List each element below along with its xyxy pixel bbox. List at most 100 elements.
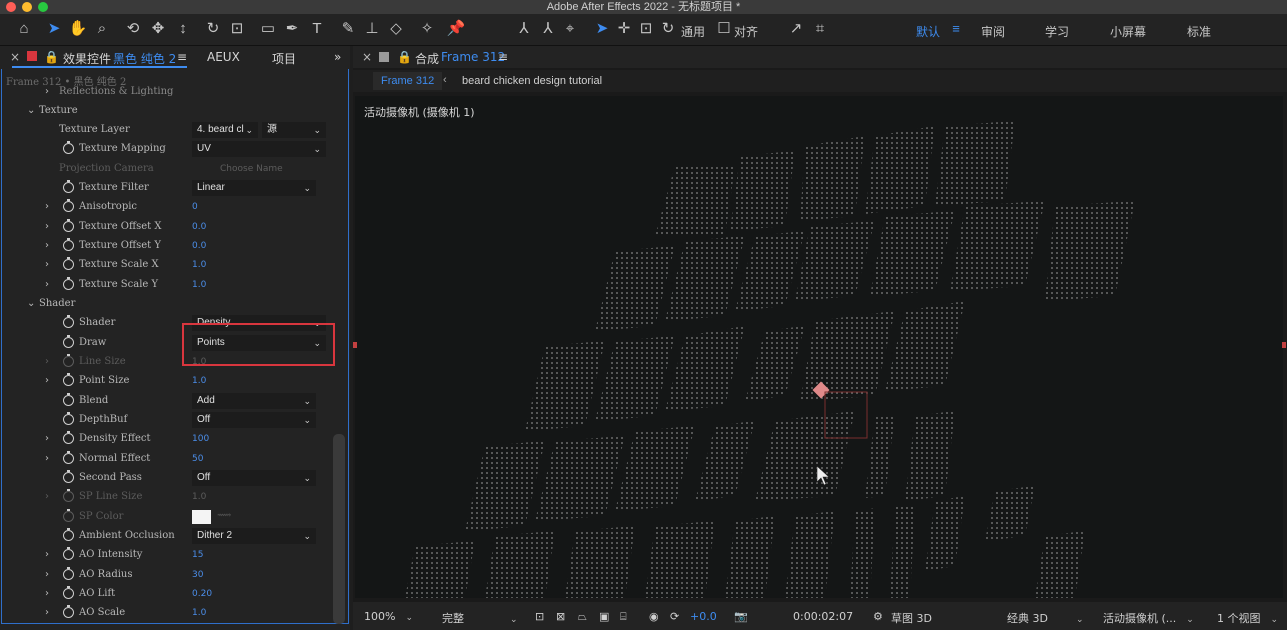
- property-value[interactable]: 30: [192, 570, 203, 580]
- panel-menu-icon[interactable]: ≡: [498, 50, 508, 64]
- property-value[interactable]: 15: [192, 550, 203, 560]
- chevron-right-icon[interactable]: ›: [45, 588, 49, 599]
- tab-composition[interactable]: 合成: [415, 50, 439, 67]
- stopwatch-icon[interactable]: [63, 315, 74, 328]
- chevron-right-icon[interactable]: ›: [45, 201, 49, 212]
- chevron-right-icon[interactable]: ›: [45, 433, 49, 444]
- stopwatch-icon[interactable]: [63, 277, 74, 290]
- snap-checkbox[interactable]: ☐: [714, 19, 734, 39]
- guides-icon[interactable]: ⌸: [620, 610, 627, 624]
- clone-stamp-icon[interactable]: ⊥: [362, 19, 382, 39]
- color-channels-icon[interactable]: ◉: [649, 610, 659, 623]
- stopwatch-icon[interactable]: [63, 335, 74, 348]
- region-of-interest-icon[interactable]: ⊡: [535, 610, 544, 623]
- tab-comp-name[interactable]: Frame 312: [441, 50, 505, 64]
- exposure-reset-icon[interactable]: ⟳: [670, 610, 679, 623]
- breadcrumb-next-comp[interactable]: beard chicken design tutorial: [462, 75, 602, 87]
- property-value[interactable]: 0.20: [192, 589, 212, 599]
- stopwatch-icon[interactable]: [63, 567, 74, 580]
- selection-3d-icon[interactable]: ➤: [592, 19, 612, 39]
- resolution-dropdown[interactable]: 完整 ⌄: [442, 610, 518, 626]
- stopwatch-icon[interactable]: [63, 141, 74, 154]
- chevron-right-icon[interactable]: ›: [45, 356, 49, 367]
- close-tab-icon[interactable]: ×: [10, 50, 20, 64]
- tab-layer-name[interactable]: 黑色 纯色 2: [113, 50, 176, 67]
- chevron-right-icon[interactable]: ›: [45, 279, 49, 290]
- property-value[interactable]: 1.0: [192, 280, 206, 290]
- home-icon[interactable]: ⌂: [14, 19, 34, 39]
- local-axis-icon[interactable]: ⅄: [514, 19, 534, 39]
- chevron-right-icon[interactable]: ›: [45, 607, 49, 618]
- eraser-tool-icon[interactable]: ◇: [386, 19, 406, 39]
- eyedropper-icon[interactable]: ⟿: [217, 510, 231, 521]
- depthbuf-dropdown[interactable]: Off ⌄: [192, 412, 316, 428]
- pen-tool-icon[interactable]: ✒: [282, 19, 302, 39]
- workspace-review[interactable]: 审阅: [981, 23, 1005, 40]
- pan-camera-icon[interactable]: ✥: [148, 19, 168, 39]
- more-tabs-icon[interactable]: »: [334, 50, 341, 64]
- stopwatch-icon[interactable]: [63, 219, 74, 232]
- blend-dropdown[interactable]: Add ⌄: [192, 393, 316, 409]
- chevron-right-icon[interactable]: ›: [45, 491, 49, 502]
- chevron-right-icon[interactable]: ›: [45, 86, 49, 97]
- zoom-tool-icon[interactable]: ⌕: [92, 19, 112, 39]
- workspace-standard[interactable]: 标准: [1187, 23, 1211, 40]
- stopwatch-icon[interactable]: [63, 412, 74, 425]
- stopwatch-icon[interactable]: [63, 509, 74, 522]
- stopwatch-icon[interactable]: [63, 180, 74, 193]
- anchor-point-icon[interactable]: ⊡: [227, 19, 247, 39]
- texture-layer-dropdown[interactable]: 4. beard cl ⌄: [192, 122, 258, 138]
- chevron-down-icon[interactable]: ⌄: [27, 105, 35, 116]
- stopwatch-icon[interactable]: [63, 431, 74, 444]
- property-reflections[interactable]: › Reflections & Lighting: [0, 83, 332, 102]
- sp-color-swatch[interactable]: [192, 510, 211, 524]
- rectangle-tool-icon[interactable]: ▭: [258, 19, 278, 39]
- roto-brush-icon[interactable]: ✧: [417, 19, 437, 39]
- property-value[interactable]: 0: [192, 202, 198, 212]
- stopwatch-icon[interactable]: [63, 451, 74, 464]
- stopwatch-icon[interactable]: [63, 238, 74, 251]
- views-dropdown[interactable]: 1 个视图 ⌄: [1217, 610, 1278, 626]
- workspace-default[interactable]: 默认: [916, 23, 940, 40]
- orbit-camera-icon[interactable]: ⟲: [123, 19, 143, 39]
- texture-source-dropdown[interactable]: 源 ⌄: [262, 122, 326, 138]
- grid-icon[interactable]: ▣: [599, 610, 609, 623]
- stopwatch-icon[interactable]: [63, 373, 74, 386]
- workspace-menu-icon[interactable]: ≡: [946, 19, 966, 39]
- dolly-camera-icon[interactable]: ↕: [173, 19, 193, 39]
- scale-3d-icon[interactable]: ⊡: [636, 19, 656, 39]
- stopwatch-icon[interactable]: [63, 489, 74, 502]
- section-shader[interactable]: ⌄ Shader: [0, 295, 332, 314]
- workspace-learn[interactable]: 学习: [1045, 23, 1069, 40]
- tab-aeux[interactable]: AEUX: [207, 50, 240, 64]
- world-axis-icon[interactable]: ⅄: [538, 19, 558, 39]
- stopwatch-icon[interactable]: [63, 547, 74, 560]
- section-texture[interactable]: ⌄ Texture: [0, 102, 332, 121]
- chevron-right-icon[interactable]: ›: [45, 375, 49, 386]
- stopwatch-icon[interactable]: [63, 199, 74, 212]
- stopwatch-icon[interactable]: [63, 257, 74, 270]
- mask-visibility-icon[interactable]: ⏢: [578, 610, 587, 624]
- property-value[interactable]: 100: [192, 434, 209, 444]
- lock-icon[interactable]: 🔒: [397, 50, 412, 64]
- timecode[interactable]: 0:00:02:07: [793, 610, 853, 623]
- composition-viewer[interactable]: 活动摄像机 (摄像机 1): [355, 96, 1283, 598]
- texture-filter-dropdown[interactable]: Linear ⌄: [192, 180, 316, 196]
- breadcrumb-frame-312[interactable]: Frame 312: [373, 72, 443, 90]
- renderer-dropdown[interactable]: 经典 3D ⌄: [1007, 610, 1084, 626]
- stopwatch-icon[interactable]: [63, 354, 74, 367]
- transparency-grid-icon[interactable]: ⊠: [556, 610, 565, 623]
- stopwatch-icon[interactable]: [63, 528, 74, 541]
- close-tab-icon[interactable]: ×: [362, 50, 372, 64]
- property-value[interactable]: 1.0: [192, 608, 206, 618]
- stopwatch-icon[interactable]: [63, 605, 74, 618]
- panel-menu-icon[interactable]: ≡: [177, 50, 187, 64]
- type-tool-icon[interactable]: T: [307, 19, 327, 39]
- view-axis-icon[interactable]: ⌖: [560, 19, 580, 39]
- chevron-down-icon[interactable]: ⌄: [27, 298, 35, 309]
- tab-project[interactable]: 项目: [272, 50, 296, 67]
- snap-grid-icon[interactable]: ⌗: [810, 19, 830, 39]
- rotate-tool-icon[interactable]: ↻: [203, 19, 223, 39]
- chevron-right-icon[interactable]: ›: [45, 453, 49, 464]
- draft-3d-icon[interactable]: ⚙: [873, 610, 883, 623]
